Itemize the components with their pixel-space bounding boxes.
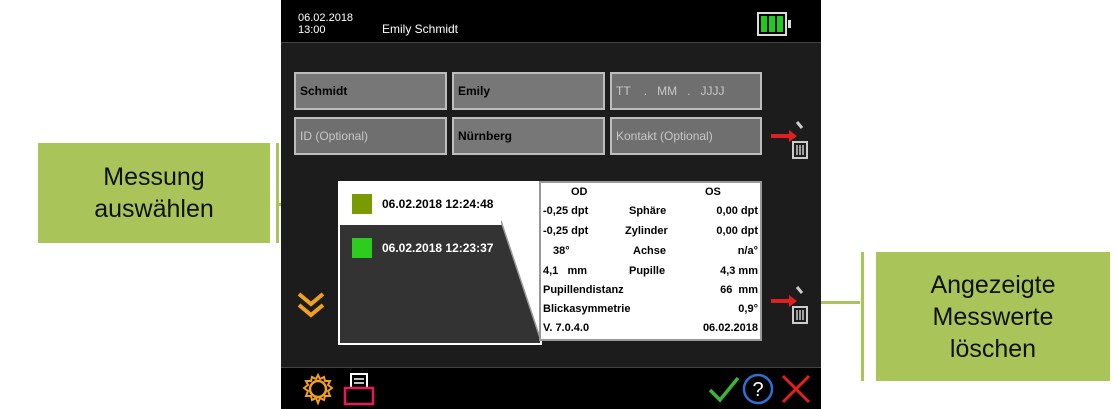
help-icon[interactable]: ? — [741, 372, 775, 406]
stage: Messung auswählen Angezeigte Messwerte l… — [0, 0, 1118, 409]
od-value: 4,1 mm — [543, 265, 588, 277]
settings-icon[interactable] — [301, 372, 335, 406]
time-label: 13:00 — [298, 24, 326, 36]
battery-bar — [761, 16, 767, 32]
callout-delete-values-text: Angezeigte Messwerte löschen — [930, 270, 1056, 363]
last-name-field[interactable]: Schmidt — [294, 72, 447, 110]
first-name-field[interactable]: Emily — [452, 72, 605, 110]
patient-name: Emily Schmidt — [382, 22, 459, 36]
callout-right-bracket — [856, 252, 864, 381]
pd-value: 66 mm — [720, 284, 758, 296]
city-field[interactable]: Nürnberg — [452, 117, 605, 155]
od-header: OD — [571, 186, 588, 198]
id-field[interactable]: ID (Optional) — [294, 117, 447, 155]
row-label: Achse — [633, 245, 667, 257]
os-header: OS — [705, 186, 721, 198]
delete-icon[interactable] — [769, 285, 809, 325]
callout-delete-values: Angezeigte Messwerte löschen — [876, 252, 1110, 381]
pd-label: Pupillendistanz — [543, 284, 624, 296]
os-value: n/a° — [737, 245, 758, 257]
print-icon[interactable] — [342, 372, 376, 406]
top-bar: 06.02.2018 13:00 Emily Schmidt — [281, 0, 821, 43]
os-value: 0,00 dpt — [716, 205, 758, 217]
scroll-down-icon[interactable] — [296, 288, 326, 322]
od-value: -0,25 dpt — [543, 205, 589, 217]
contact-field[interactable]: Kontakt (Optional) — [610, 117, 762, 155]
os-value: 0,00 dpt — [716, 225, 758, 237]
measurement-item-label: 06.02.2018 12:23:37 — [382, 241, 494, 255]
battery-tip — [788, 20, 791, 28]
asymmetry-label: Blickasymmetrie — [543, 303, 631, 315]
battery-icon — [757, 12, 787, 36]
version-date: 06.02.2018 — [702, 322, 758, 334]
delete-icon[interactable] — [769, 120, 809, 160]
row-label: Sphäre — [629, 205, 667, 217]
date-time: 06.02.2018 13:00 — [298, 12, 353, 36]
measurement-color-marker — [352, 194, 372, 214]
svg-text:?: ? — [752, 379, 763, 401]
callout-select-measurement-text: Messung auswählen — [94, 163, 214, 223]
measurement-color-marker — [352, 238, 372, 258]
battery-bar — [769, 16, 775, 32]
bottom-bar: ? — [281, 367, 821, 409]
os-value: 4,3 mm — [720, 265, 758, 277]
measurement-values-panel: OD OS -0,25 dpt Sphäre 0,00 dpt -0,25 dp… — [539, 181, 762, 341]
cancel-icon[interactable] — [779, 372, 813, 406]
od-value: -0,25 dpt — [543, 225, 589, 237]
od-value: 38° — [553, 245, 570, 257]
asymmetry-value: 0,9° — [738, 303, 758, 315]
row-label: Pupille — [629, 265, 666, 277]
confirm-icon[interactable] — [707, 372, 741, 406]
measurement-item-label: 06.02.2018 12:24:48 — [382, 197, 494, 211]
callout-select-measurement: Messung auswählen — [38, 143, 270, 243]
date-label: 06.02.2018 — [298, 12, 354, 24]
device-screen: 06.02.2018 13:00 Emily Schmidt Schmidt E… — [281, 0, 821, 409]
battery-bar — [777, 16, 783, 32]
version-label: V. 7.0.4.0 — [543, 322, 590, 334]
birthdate-field[interactable]: TT . MM . JJJJ — [610, 72, 762, 110]
row-label: Zylinder — [625, 225, 668, 237]
